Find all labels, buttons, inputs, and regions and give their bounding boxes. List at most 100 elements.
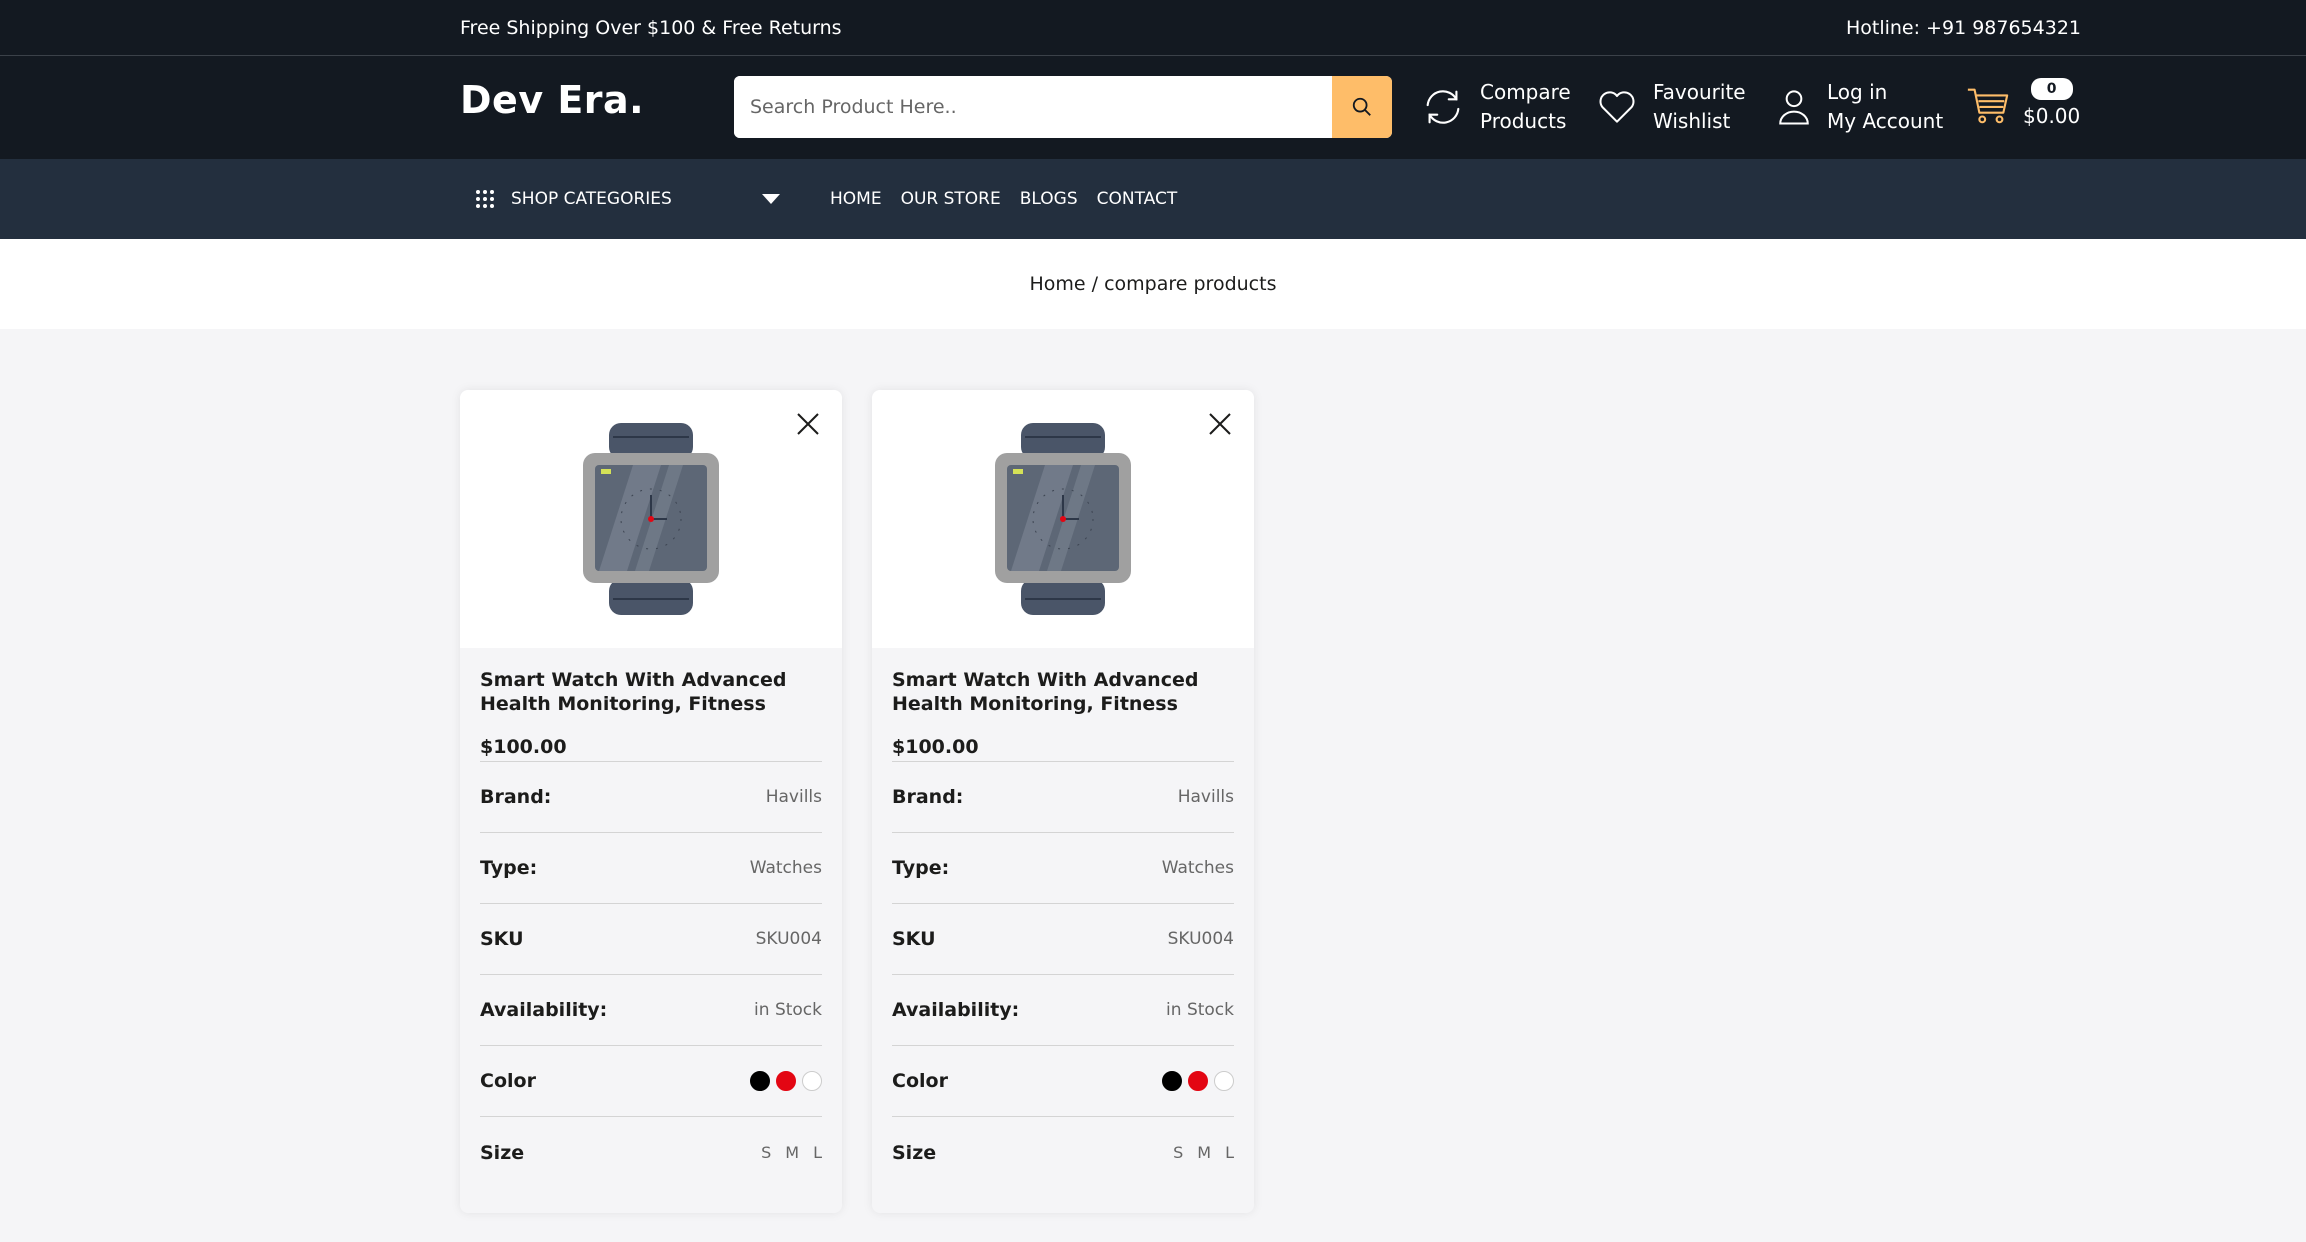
top-bar: Free Shipping Over $100 & Free Returns H…: [0, 0, 2306, 56]
availability-value: in Stock: [1166, 1000, 1234, 1020]
compare-products-list: Smart Watch With Advanced Health Monitor…: [460, 390, 1254, 1213]
header: Dev Era. Compare Products Favourite Wishli…: [0, 56, 2306, 159]
type-label: Type:: [480, 857, 538, 879]
wishlist-label-2: Wishlist: [1653, 109, 1731, 133]
shop-categories-dropdown[interactable]: SHOP CATEGORIES: [475, 159, 780, 239]
product-title[interactable]: Smart Watch With Advanced Health Monitor…: [892, 668, 1234, 716]
cart-icon: [1967, 88, 2009, 123]
close-icon[interactable]: [1206, 410, 1234, 438]
type-label: Type:: [892, 857, 950, 879]
type-value: Watches: [749, 858, 822, 878]
compare-label-2: Products: [1480, 109, 1567, 133]
color-swatch-white[interactable]: [802, 1071, 822, 1091]
size-row: Size S M L: [892, 1117, 1234, 1188]
nav-bar: SHOP CATEGORIES HOME OUR STORE BLOGS CON…: [0, 159, 2306, 239]
product-image-area: [872, 390, 1254, 648]
compare-label-1: Compare: [1480, 80, 1571, 104]
product-price: $100.00: [480, 736, 822, 762]
nav-our-store[interactable]: OUR STORE: [901, 189, 1001, 209]
search-button[interactable]: [1332, 76, 1392, 138]
sku-value: SKU004: [1167, 929, 1234, 949]
brand-label: Brand:: [480, 786, 552, 808]
cart-count-badge: 0: [2030, 78, 2073, 100]
size-row: Size S M L: [480, 1117, 822, 1188]
user-icon: [1779, 90, 1809, 125]
logo[interactable]: Dev Era.: [460, 78, 644, 122]
brand-label: Brand:: [892, 786, 964, 808]
product-details: Smart Watch With Advanced Health Monitor…: [872, 648, 1254, 1188]
breadcrumb-text: Home / compare products: [1029, 273, 1277, 295]
size-option-s[interactable]: S: [761, 1143, 771, 1162]
shipping-notice: Free Shipping Over $100 & Free Returns: [460, 16, 842, 39]
color-swatch-black[interactable]: [750, 1071, 770, 1091]
size-option-m[interactable]: M: [785, 1143, 799, 1162]
sku-row: SKU SKU004: [892, 904, 1234, 975]
brand-row: Brand: Havills: [892, 762, 1234, 833]
nav-home[interactable]: HOME: [830, 189, 882, 209]
compare-icon: [1426, 90, 1460, 124]
heart-icon: [1599, 91, 1635, 123]
size-option-s[interactable]: S: [1173, 1143, 1183, 1162]
grid-dots-icon: [476, 190, 494, 208]
color-label: Color: [892, 1070, 948, 1092]
color-swatch-white[interactable]: [1214, 1071, 1234, 1091]
size-option-l[interactable]: L: [1225, 1143, 1234, 1162]
availability-row: Availability: in Stock: [480, 975, 822, 1046]
cart-link[interactable]: 0 $0.00: [1965, 78, 2080, 131]
sku-label: SKU: [480, 928, 524, 950]
shop-categories-label: SHOP CATEGORIES: [511, 189, 672, 209]
color-swatch-red[interactable]: [776, 1071, 796, 1091]
size-label: Size: [480, 1141, 525, 1164]
availability-label: Availability:: [892, 999, 1020, 1021]
hotline[interactable]: Hotline: +91 987654321: [1846, 17, 2081, 39]
color-row: Color: [480, 1046, 822, 1117]
availability-label: Availability:: [480, 999, 608, 1021]
size-options: S M L: [1173, 1143, 1234, 1162]
chevron-down-icon: [762, 194, 780, 204]
compare-products-link[interactable]: Compare Products: [1420, 78, 1571, 136]
nav-blogs[interactable]: BLOGS: [1020, 189, 1078, 209]
size-option-m[interactable]: M: [1197, 1143, 1211, 1162]
account-label-1: Log in: [1827, 80, 1888, 104]
color-label: Color: [480, 1070, 536, 1092]
color-swatch-red[interactable]: [1188, 1071, 1208, 1091]
breadcrumb: Home / compare products: [0, 239, 2306, 329]
brand-row: Brand: Havills: [480, 762, 822, 833]
sku-value: SKU004: [755, 929, 822, 949]
search-bar: [734, 76, 1392, 138]
close-icon[interactable]: [794, 410, 822, 438]
wishlist-link[interactable]: Favourite Wishlist: [1595, 78, 1746, 136]
type-row: Type: Watches: [892, 833, 1234, 904]
product-image-area: [460, 390, 842, 648]
color-swatch-black[interactable]: [1162, 1071, 1182, 1091]
sku-label: SKU: [892, 928, 936, 950]
search-icon: [1352, 97, 1371, 116]
type-value: Watches: [1161, 858, 1234, 878]
sku-row: SKU SKU004: [480, 904, 822, 975]
nav-contact[interactable]: CONTACT: [1097, 189, 1178, 209]
smart-watch-image: [583, 423, 719, 615]
wishlist-label-1: Favourite: [1653, 80, 1746, 104]
product-title[interactable]: Smart Watch With Advanced Health Monitor…: [480, 668, 822, 716]
color-row: Color: [892, 1046, 1234, 1117]
size-options: S M L: [761, 1143, 822, 1162]
product-details: Smart Watch With Advanced Health Monitor…: [460, 648, 842, 1188]
type-row: Type: Watches: [480, 833, 822, 904]
compare-product-card: Smart Watch With Advanced Health Monitor…: [460, 390, 842, 1213]
account-label-2: My Account: [1827, 109, 1944, 133]
main-menu: HOME OUR STORE BLOGS CONTACT: [830, 159, 1177, 239]
smart-watch-image: [995, 423, 1131, 615]
cart-total: $0.00: [2023, 104, 2081, 128]
color-swatches: [750, 1071, 822, 1091]
account-link[interactable]: Log in My Account: [1775, 78, 1943, 136]
availability-value: in Stock: [754, 1000, 822, 1020]
brand-value: Havills: [765, 787, 822, 807]
search-input[interactable]: [734, 76, 1332, 138]
brand-value: Havills: [1177, 787, 1234, 807]
size-option-l[interactable]: L: [813, 1143, 822, 1162]
compare-product-card: Smart Watch With Advanced Health Monitor…: [872, 390, 1254, 1213]
color-swatches: [1162, 1071, 1234, 1091]
size-label: Size: [892, 1141, 937, 1164]
availability-row: Availability: in Stock: [892, 975, 1234, 1046]
product-price: $100.00: [892, 736, 1234, 762]
